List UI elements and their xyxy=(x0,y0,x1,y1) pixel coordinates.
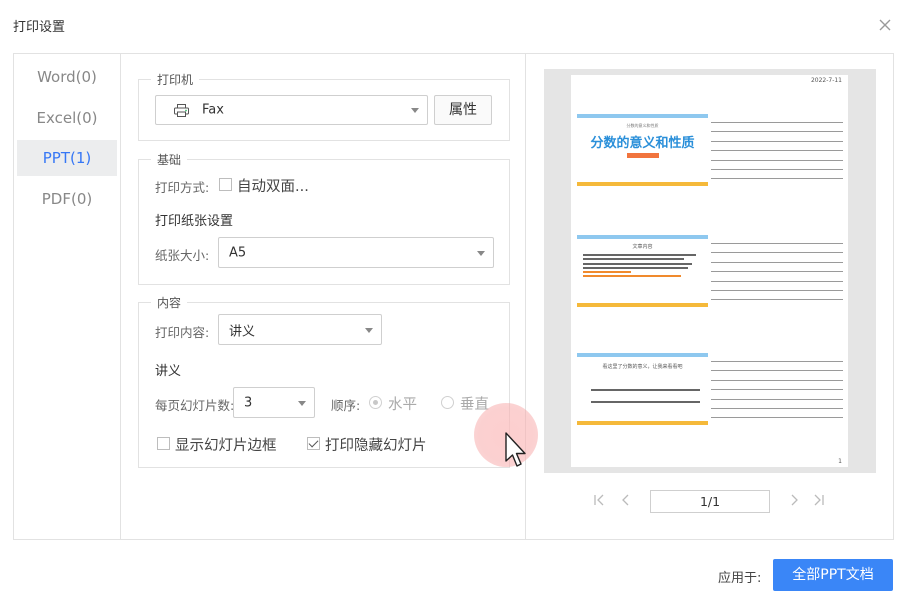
slide-thumbnail-3: 看这里了分数的意义，让我来看看吧 xyxy=(577,353,708,425)
first-page-icon[interactable] xyxy=(593,493,605,511)
order-vertical-radio[interactable] xyxy=(441,396,454,409)
printer-value: Fax xyxy=(202,102,224,118)
slide2-heading: 文章内容 xyxy=(632,244,653,250)
print-content-label: 打印内容: xyxy=(155,325,210,340)
chevron-down-icon xyxy=(365,327,373,333)
notes-lines-1 xyxy=(711,122,843,188)
slide-thumbnail-2: 文章内容 xyxy=(577,235,708,307)
next-page-icon[interactable] xyxy=(789,493,799,511)
dialog-title: 打印设置 xyxy=(13,20,66,35)
apply-to-button[interactable]: 全部PPT文档 xyxy=(773,559,893,591)
notes-lines-3 xyxy=(711,361,843,427)
chevron-down-icon xyxy=(411,108,419,113)
last-page-icon[interactable] xyxy=(813,493,825,511)
slide1-title: 分数的意义和性质 xyxy=(590,136,695,151)
print-hidden-checkbox[interactable] xyxy=(307,437,320,450)
order-label: 顺序: xyxy=(331,398,361,413)
duplex-checkbox[interactable] xyxy=(219,178,232,191)
chevron-down-icon xyxy=(477,250,485,256)
paper-size-label: 纸张大小: xyxy=(155,248,210,263)
slide-thumbnail-1: 分数的意义和性质 分数的意义和性质 xyxy=(577,114,708,186)
slide3-heading: 看这里了分数的意义，让我来看看吧 xyxy=(602,364,683,370)
print-content-value: 讲义 xyxy=(229,324,256,339)
slide1-subtitle: 分数的意义和性质 xyxy=(626,123,659,128)
paper-size-select[interactable]: A5 xyxy=(218,237,494,268)
slide1-tag xyxy=(627,153,659,158)
print-hidden-label[interactable]: 打印隐藏幻灯片 xyxy=(325,434,427,455)
printer-legend: 打印机 xyxy=(151,71,200,88)
apply-to-label: 应用于: xyxy=(718,571,762,586)
preview-date: 2022-7-11 xyxy=(810,77,842,84)
duplex-label[interactable]: 自动双面... xyxy=(237,175,309,196)
file-type-ppt[interactable]: PPT(1) xyxy=(17,140,117,176)
paper-size-value: A5 xyxy=(229,245,247,260)
notes-lines-2 xyxy=(711,243,843,309)
file-type-list: Word(0) Excel(0) PPT(1) PDF(0) xyxy=(14,54,121,539)
printer-properties-button[interactable]: 属性 xyxy=(434,95,492,125)
close-icon[interactable] xyxy=(876,16,894,34)
content-legend: 内容 xyxy=(151,294,188,311)
print-content-select[interactable]: 讲义 xyxy=(218,314,382,345)
order-horizontal-radio[interactable] xyxy=(369,396,382,409)
previous-page-icon[interactable] xyxy=(621,493,631,511)
show-border-label[interactable]: 显示幻灯片边框 xyxy=(175,434,277,455)
file-type-pdf[interactable]: PDF(0) xyxy=(17,181,117,217)
slides-per-page-label: 每页幻灯片数: xyxy=(155,398,235,413)
page-indicator-input[interactable]: 1/1 xyxy=(650,490,770,513)
handout-label: 讲义 xyxy=(155,364,182,379)
preview-page-number: 1 xyxy=(838,458,842,465)
chevron-down-icon xyxy=(298,400,306,406)
order-horizontal-label[interactable]: 水平 xyxy=(388,393,417,414)
show-border-checkbox[interactable] xyxy=(157,437,170,450)
paper-settings-label: 打印纸张设置 xyxy=(155,214,234,229)
preview-page: 2022-7-11 分数的意义和性质 分数的意义和性质 文章内容 看这里了分数的… xyxy=(571,75,848,467)
basic-legend: 基础 xyxy=(151,151,188,168)
file-type-word[interactable]: Word(0) xyxy=(17,59,117,95)
mouse-pointer-icon xyxy=(504,431,528,469)
file-type-excel[interactable]: Excel(0) xyxy=(17,100,117,136)
printer-select[interactable]: Fax xyxy=(155,95,428,125)
slides-per-page-value: 3 xyxy=(244,395,253,410)
slides-per-page-select[interactable]: 3 xyxy=(233,387,315,418)
printer-icon xyxy=(174,104,189,117)
print-mode-label: 打印方式: xyxy=(155,180,210,195)
